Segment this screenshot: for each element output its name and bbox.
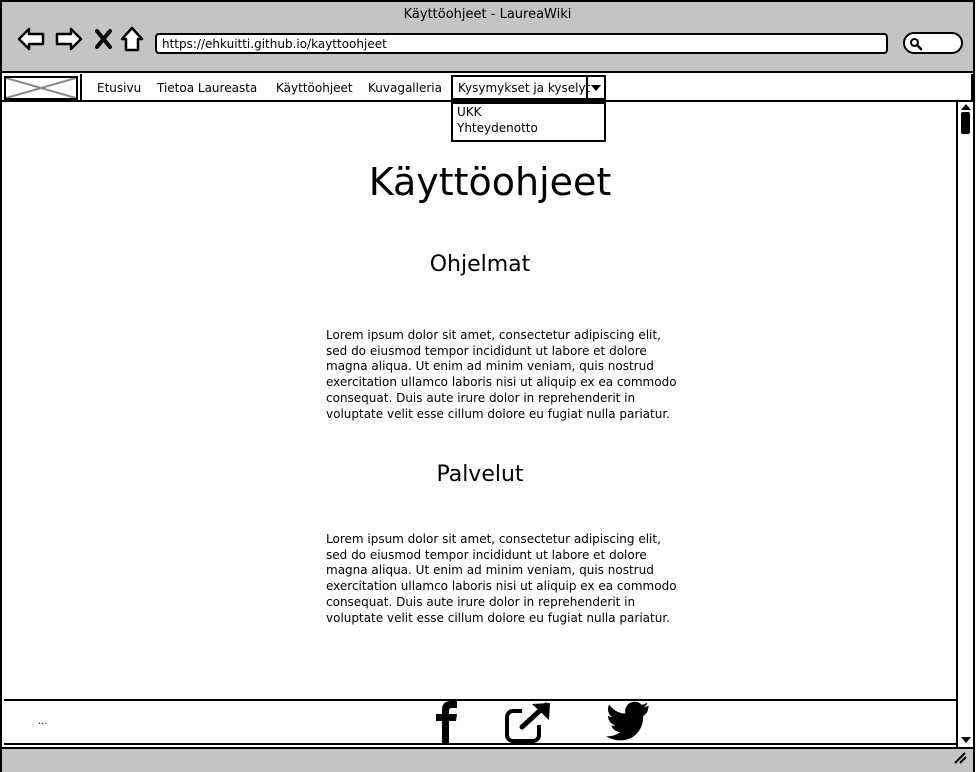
nav-item-kayttoohjeet[interactable]: Käyttöohjeet xyxy=(276,81,353,95)
nav-menubar: Etusivu Tietoa Laureasta Käyttöohjeet Ku… xyxy=(2,74,973,142)
nav-item-etusivu[interactable]: Etusivu xyxy=(97,81,141,95)
page-footer: ... xyxy=(4,699,956,745)
home-icon[interactable] xyxy=(118,24,148,54)
scroll-down-icon[interactable] xyxy=(961,737,971,743)
page-title: Käyttöohjeet xyxy=(368,160,612,204)
forward-icon[interactable] xyxy=(54,24,84,54)
page-content: Käyttöohjeet Ohjelmat Lorem ipsum dolor … xyxy=(2,102,954,699)
browser-window: Käyttöohjeet - LaureaWiki https://ehkuit… xyxy=(0,0,975,772)
status-bar xyxy=(2,747,973,772)
logo-placeholder xyxy=(4,76,78,100)
nav-dropdown-kysymykset[interactable]: Kysymykset ja kyselyt xyxy=(451,75,606,100)
window-title: Käyttöohjeet - LaureaWiki xyxy=(403,7,572,22)
section-text: Lorem ipsum dolor sit amet, consectetur … xyxy=(326,532,677,625)
url-bar[interactable]: https://ehkuitti.github.io/kayttoohjeet xyxy=(155,33,888,54)
section-heading: Ohjelmat xyxy=(429,252,531,277)
nav-item-kuvagalleria[interactable]: Kuvagalleria xyxy=(368,81,442,95)
section-text: Lorem ipsum dolor sit amet, consectetur … xyxy=(326,328,677,421)
back-icon[interactable] xyxy=(16,24,46,54)
vertical-scrollbar[interactable] xyxy=(956,102,973,747)
scroll-thumb[interactable] xyxy=(961,112,970,134)
nav-item-tietoa-laureasta[interactable]: Tietoa Laureasta xyxy=(157,81,257,95)
dropdown-label: Kysymykset ja kyselyt xyxy=(458,81,591,95)
search-field[interactable] xyxy=(903,32,963,54)
facebook-icon[interactable] xyxy=(432,701,462,747)
external-link-icon[interactable] xyxy=(504,701,554,747)
search-icon xyxy=(910,38,923,51)
scroll-up-icon[interactable] xyxy=(961,104,971,110)
browser-chrome: Käyttöohjeet - LaureaWiki https://ehkuit… xyxy=(2,2,973,73)
chevron-down-icon[interactable] xyxy=(586,77,604,98)
section-heading: Palvelut xyxy=(436,462,524,487)
resize-grip-icon[interactable] xyxy=(953,749,967,768)
twitter-icon[interactable] xyxy=(606,701,650,747)
footer-text: ... xyxy=(38,716,48,727)
